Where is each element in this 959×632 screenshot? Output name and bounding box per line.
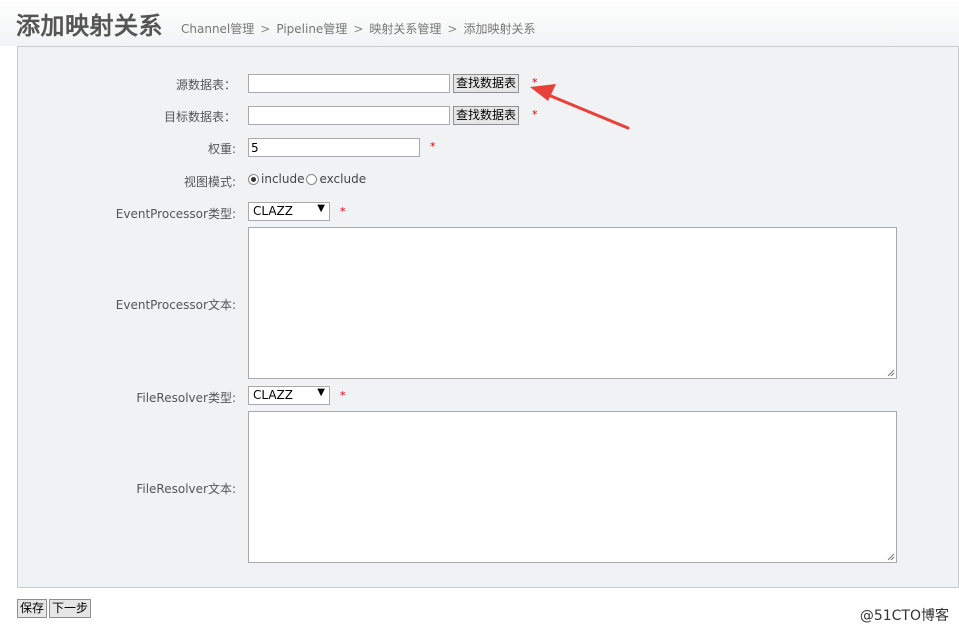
next-step-button[interactable]: 下一步 xyxy=(49,599,92,618)
file-resolver-textarea[interactable] xyxy=(248,411,897,563)
weight-label: 权重: xyxy=(207,142,236,156)
watermark: @51CTO博客 xyxy=(859,608,949,624)
breadcrumb-separator: > xyxy=(353,22,364,36)
view-mode-exclude-label[interactable]: exclude xyxy=(319,172,366,186)
breadcrumb-mapping[interactable]: 映射关系管理 xyxy=(369,22,441,36)
file-resolver-type-select[interactable]: CLAZZ ▼ xyxy=(248,386,330,405)
required-mark: * xyxy=(340,389,346,402)
event-processor-textarea[interactable] xyxy=(248,227,897,379)
event-processor-type-label: EventProcessor类型: xyxy=(115,207,236,221)
breadcrumb-separator: > xyxy=(260,22,271,36)
form-panel: 源数据表： 查找数据表 * 目标数据表： 查找数据表 * 权重: * 视图模式:… xyxy=(17,46,959,588)
dropdown-arrow-icon: ▼ xyxy=(317,387,325,398)
file-resolver-type-value: CLAZZ xyxy=(253,388,293,402)
breadcrumb-channel[interactable]: Channel管理 xyxy=(181,22,254,36)
required-mark: * xyxy=(430,140,436,153)
find-target-table-button[interactable]: 查找数据表 xyxy=(453,106,520,125)
view-mode-include-label[interactable]: include xyxy=(261,172,304,186)
dropdown-arrow-icon: ▼ xyxy=(317,203,325,214)
find-source-table-button[interactable]: 查找数据表 xyxy=(453,74,520,93)
file-resolver-type-label: FileResolver类型: xyxy=(136,391,236,405)
resize-grip-icon[interactable] xyxy=(886,368,895,377)
header: 添加映射关系 Channel管理 > Pipeline管理 > 映射关系管理 > 添加映射关… xyxy=(0,0,959,46)
breadcrumb: Channel管理 > Pipeline管理 > 映射关系管理 > 添加映射关系 xyxy=(181,20,535,37)
event-processor-type-value: CLAZZ xyxy=(253,204,293,218)
save-button[interactable]: 保存 xyxy=(17,599,48,618)
weight-input[interactable] xyxy=(248,138,420,157)
view-mode-options: include exclude xyxy=(248,171,366,187)
target-table-label: 目标数据表： xyxy=(163,110,236,124)
event-processor-type-select[interactable]: CLAZZ ▼ xyxy=(248,202,330,221)
view-mode-label: 视图模式: xyxy=(183,175,236,189)
event-processor-text-label: EventProcessor文本: xyxy=(115,298,236,312)
source-table-label: 源数据表： xyxy=(175,78,236,92)
file-resolver-text-label: FileResolver文本: xyxy=(136,482,236,496)
source-table-input[interactable] xyxy=(248,74,450,93)
resize-grip-icon[interactable] xyxy=(886,552,895,561)
view-mode-include-radio[interactable] xyxy=(248,173,259,185)
page: 添加映射关系 Channel管理 > Pipeline管理 > 映射关系管理 > 添加映射关… xyxy=(0,0,959,632)
breadcrumb-pipeline[interactable]: Pipeline管理 xyxy=(276,22,347,36)
breadcrumb-current: 添加映射关系 xyxy=(463,22,536,36)
breadcrumb-separator: > xyxy=(447,22,458,36)
view-mode-exclude-radio[interactable] xyxy=(306,173,318,185)
target-table-input[interactable] xyxy=(248,106,450,125)
required-mark: * xyxy=(340,205,346,218)
required-mark: * xyxy=(532,108,538,121)
required-mark: * xyxy=(532,76,538,89)
page-title: 添加映射关系 xyxy=(16,12,163,40)
